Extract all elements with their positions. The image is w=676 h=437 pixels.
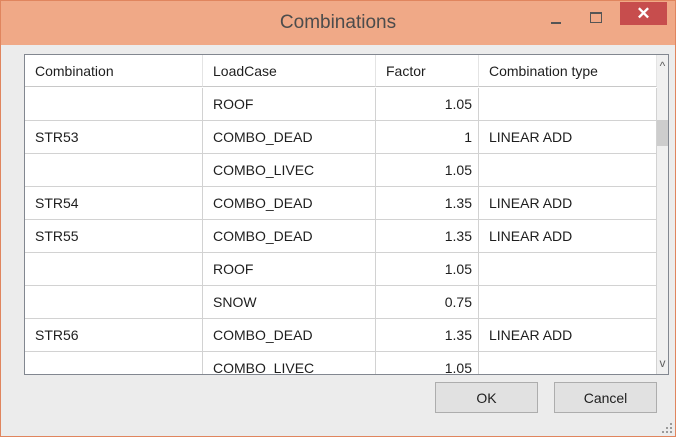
table-row[interactable]: STR53 COMBO_DEAD 1 LINEAR ADD bbox=[25, 121, 657, 154]
cell-factor[interactable]: 1.35 bbox=[376, 220, 479, 253]
column-header-factor[interactable]: Factor bbox=[376, 55, 479, 87]
cell-combination[interactable] bbox=[25, 286, 203, 319]
scroll-down-icon[interactable]: v bbox=[657, 352, 668, 374]
cell-combination[interactable]: STR54 bbox=[25, 187, 203, 220]
cell-combination[interactable] bbox=[25, 352, 203, 374]
combinations-grid[interactable]: Combination LoadCase Factor Combination … bbox=[24, 54, 669, 375]
scrollbar-thumb[interactable] bbox=[657, 120, 668, 146]
cell-combination[interactable] bbox=[25, 253, 203, 286]
cell-combination[interactable]: STR53 bbox=[25, 121, 203, 154]
cell-combination-type[interactable] bbox=[479, 253, 657, 286]
cell-combination-type[interactable]: LINEAR ADD bbox=[479, 319, 657, 352]
cell-combination-type[interactable]: LINEAR ADD bbox=[479, 121, 657, 154]
table-row[interactable]: COMBO_LIVEC 1.05 bbox=[25, 154, 657, 187]
cell-factor[interactable]: 1.05 bbox=[376, 253, 479, 286]
scroll-up-icon[interactable]: ^ bbox=[657, 55, 668, 77]
cell-factor[interactable]: 1.35 bbox=[376, 319, 479, 352]
cell-combination-type[interactable] bbox=[479, 286, 657, 319]
cell-loadcase[interactable]: COMBO_DEAD bbox=[203, 220, 376, 253]
close-button[interactable]: ✕ bbox=[620, 2, 667, 25]
cell-factor[interactable]: 0.75 bbox=[376, 286, 479, 319]
vertical-scrollbar[interactable]: ^ v bbox=[657, 55, 668, 374]
cell-factor[interactable]: 1.05 bbox=[376, 154, 479, 187]
table-row[interactable]: SNOW 0.75 bbox=[25, 286, 657, 319]
column-header-combination-type[interactable]: Combination type bbox=[479, 55, 657, 87]
cell-loadcase[interactable]: COMBO_DEAD bbox=[203, 319, 376, 352]
minimize-button[interactable] bbox=[541, 5, 571, 31]
cell-combination[interactable] bbox=[25, 88, 203, 121]
cell-factor[interactable]: 1.05 bbox=[376, 352, 479, 374]
cell-combination-type[interactable]: LINEAR ADD bbox=[479, 187, 657, 220]
window-title: Combinations bbox=[279, 12, 397, 33]
table-row[interactable]: ROOF 1.05 bbox=[25, 253, 657, 286]
combinations-dialog: Combinations ✕ Combination LoadCase Fact… bbox=[0, 0, 676, 437]
cell-loadcase[interactable]: ROOF bbox=[203, 88, 376, 121]
cell-combination[interactable]: STR55 bbox=[25, 220, 203, 253]
table-row[interactable]: STR54 COMBO_DEAD 1.35 LINEAR ADD bbox=[25, 187, 657, 220]
cell-factor[interactable]: 1 bbox=[376, 121, 479, 154]
column-header-combination[interactable]: Combination bbox=[25, 55, 203, 87]
cancel-button[interactable]: Cancel bbox=[554, 382, 657, 413]
table-row[interactable]: COMBO_LIVEC 1.05 bbox=[25, 352, 657, 374]
maximize-button[interactable] bbox=[581, 5, 611, 31]
cell-loadcase[interactable]: COMBO_DEAD bbox=[203, 187, 376, 220]
cell-loadcase[interactable]: COMBO_LIVEC bbox=[203, 352, 376, 374]
cell-combination-type[interactable] bbox=[479, 352, 657, 374]
cell-combination-type[interactable]: LINEAR ADD bbox=[479, 220, 657, 253]
column-header-loadcase[interactable]: LoadCase bbox=[203, 55, 376, 87]
ok-button[interactable]: OK bbox=[435, 382, 538, 413]
cell-combination-type[interactable] bbox=[479, 88, 657, 121]
cell-loadcase[interactable]: COMBO_LIVEC bbox=[203, 154, 376, 187]
cell-combination[interactable] bbox=[25, 154, 203, 187]
cell-loadcase[interactable]: ROOF bbox=[203, 253, 376, 286]
cell-factor[interactable]: 1.05 bbox=[376, 88, 479, 121]
table-row[interactable]: STR56 COMBO_DEAD 1.35 LINEAR ADD bbox=[25, 319, 657, 352]
resize-grip-icon[interactable] bbox=[662, 423, 672, 433]
cell-factor[interactable]: 1.35 bbox=[376, 187, 479, 220]
cell-loadcase[interactable]: SNOW bbox=[203, 286, 376, 319]
title-bar[interactable]: Combinations ✕ bbox=[1, 1, 675, 45]
cell-combination-type[interactable] bbox=[479, 154, 657, 187]
grid-header: Combination LoadCase Factor Combination … bbox=[25, 55, 657, 88]
table-row[interactable]: ROOF 1.05 bbox=[25, 88, 657, 121]
cell-combination[interactable]: STR56 bbox=[25, 319, 203, 352]
table-row[interactable]: STR55 COMBO_DEAD 1.35 LINEAR ADD bbox=[25, 220, 657, 253]
cell-loadcase[interactable]: COMBO_DEAD bbox=[203, 121, 376, 154]
